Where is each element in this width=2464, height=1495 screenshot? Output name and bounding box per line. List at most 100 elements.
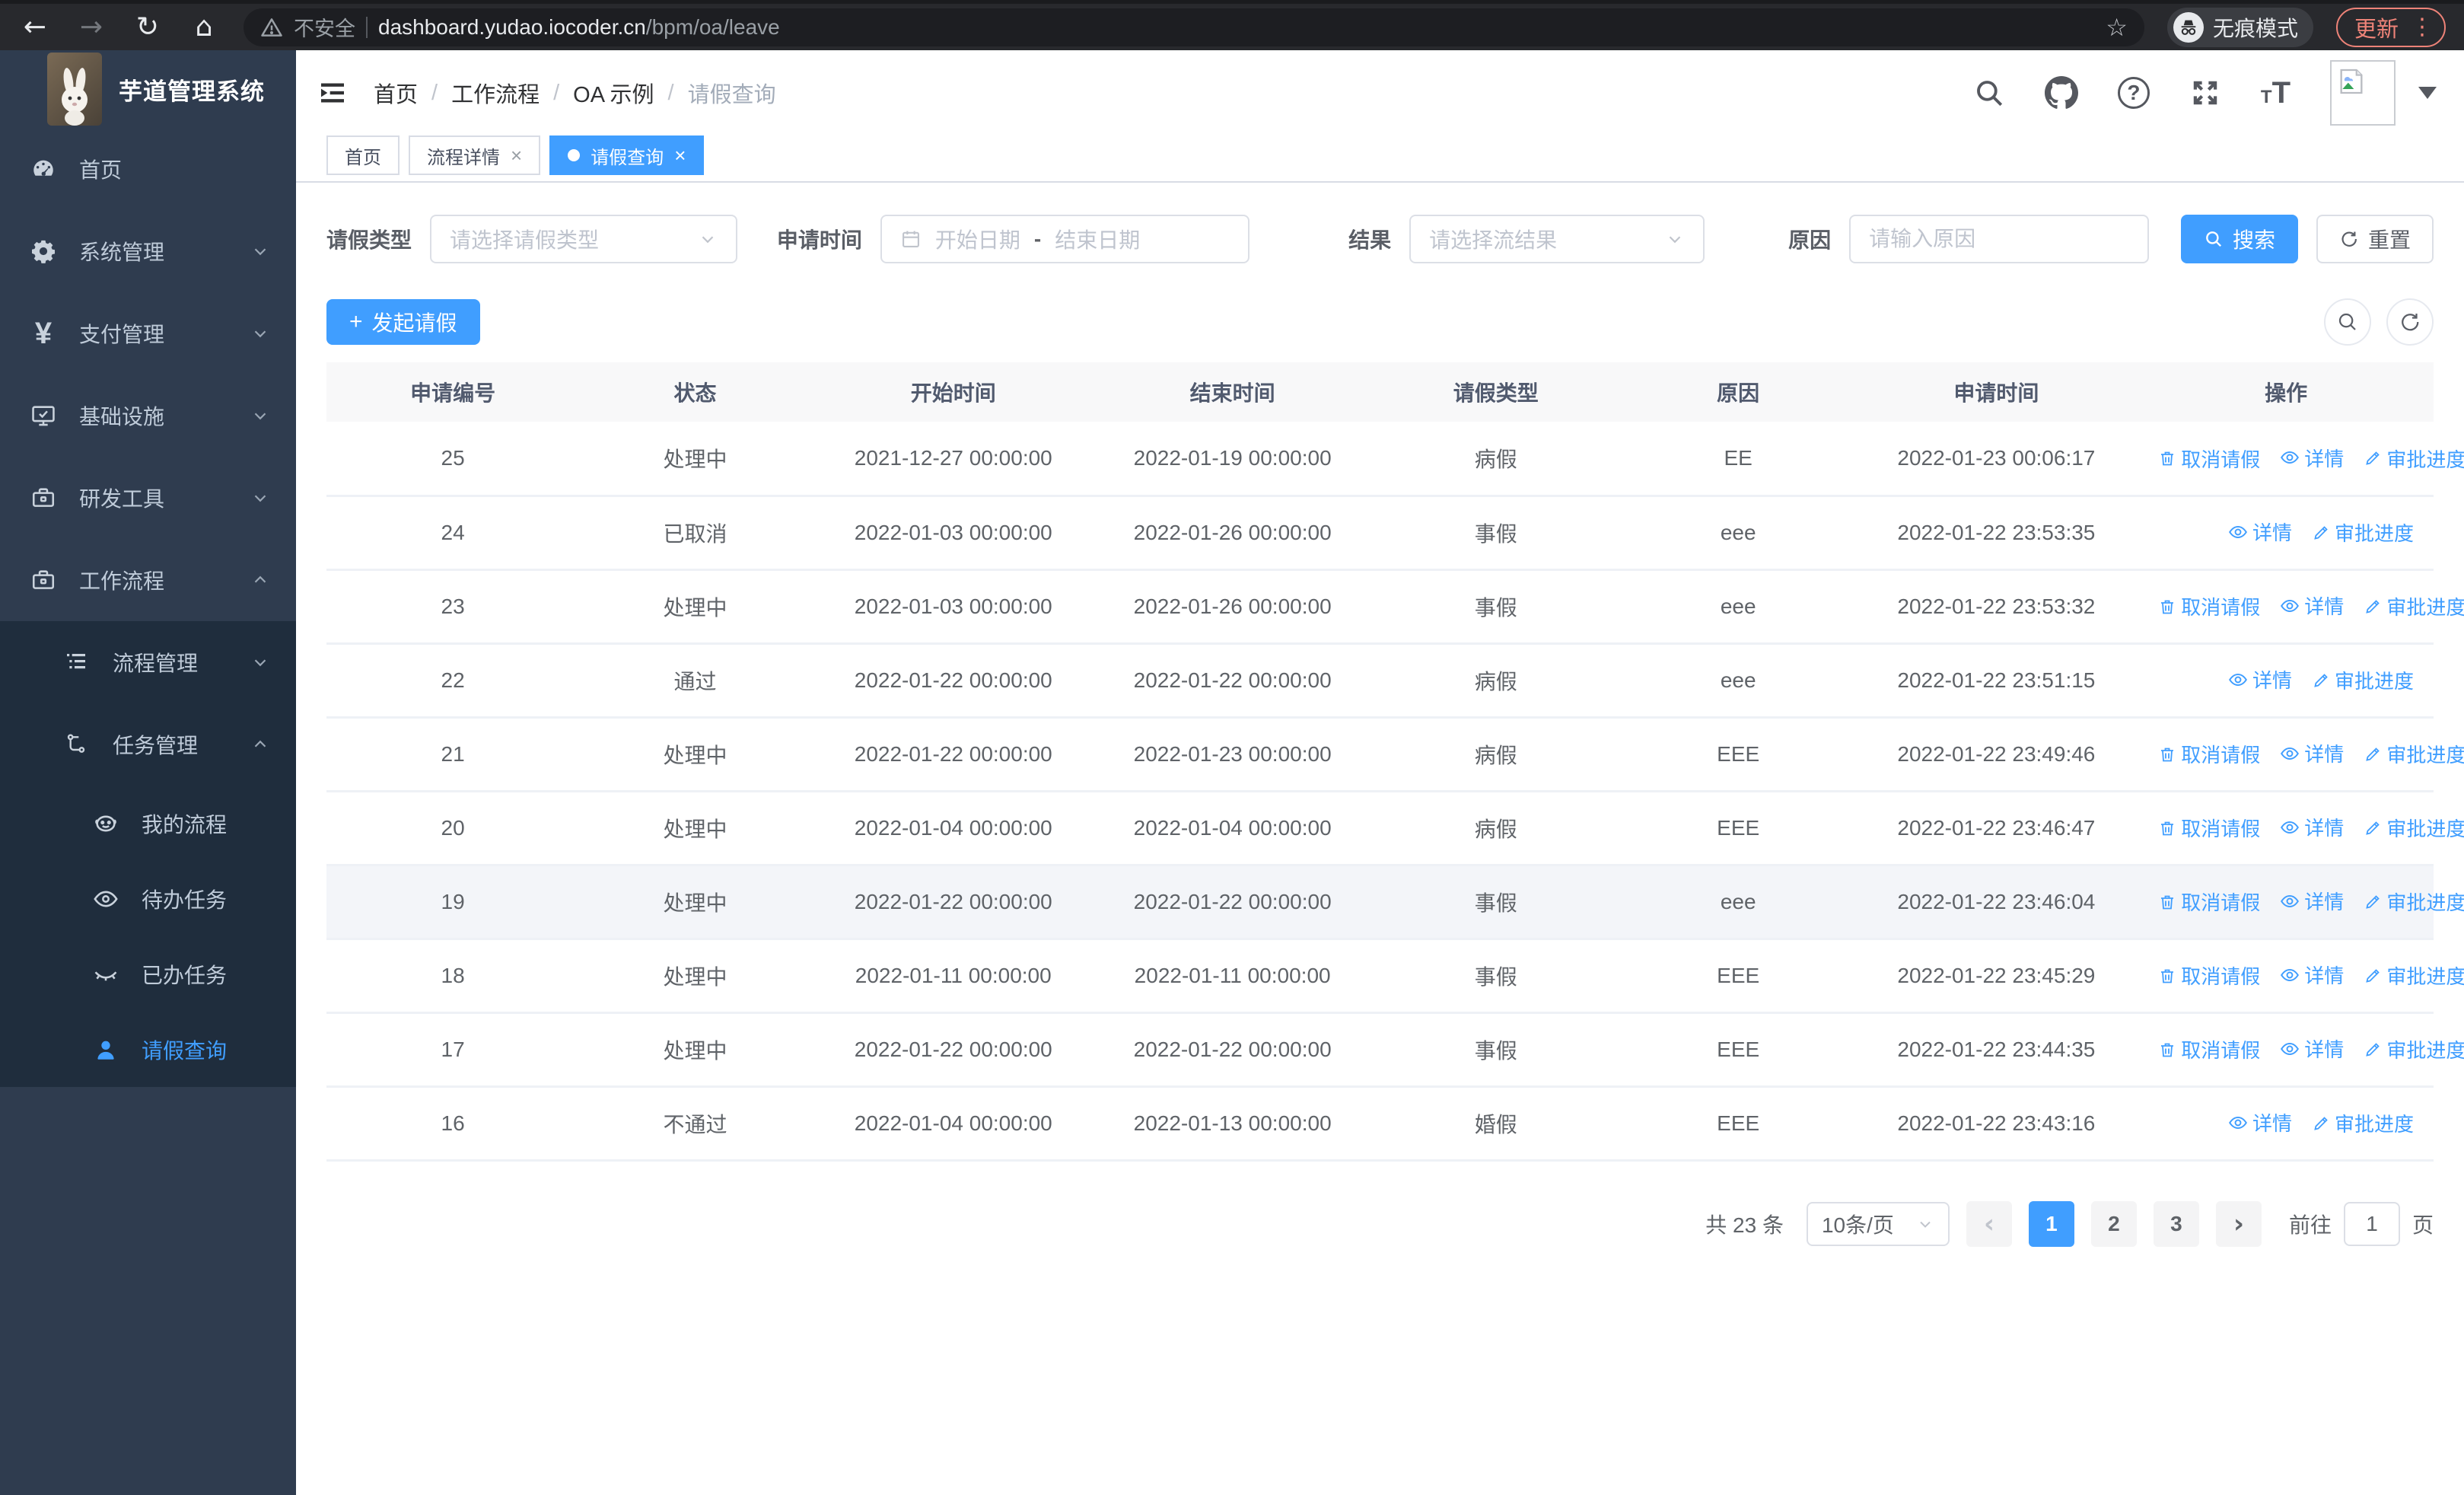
github-icon[interactable] (2044, 76, 2078, 110)
toggle-search-button[interactable] (2324, 298, 2371, 346)
sidebar-item-home[interactable]: 首页 (0, 128, 296, 210)
cancel-leave-link[interactable]: 取消请假 (2158, 445, 2260, 473)
tab-home[interactable]: 首页 (326, 135, 400, 175)
font-size-icon[interactable]: TT (2261, 76, 2291, 110)
goto-page-input[interactable] (2343, 1201, 2400, 1246)
result-select[interactable]: 请选择流结果 (1409, 215, 1705, 263)
audit-progress-link[interactable]: 审批进度 (2364, 592, 2464, 620)
select-placeholder: 请选择请假类型 (450, 228, 600, 252)
detail-link[interactable]: 详情 (2280, 887, 2344, 915)
detail-link[interactable]: 详情 (2280, 739, 2344, 767)
audit-progress-link[interactable]: 审批进度 (2312, 1109, 2414, 1137)
browser-menu-icon[interactable]: ⋮ (2411, 14, 2434, 40)
cell-status: 不通过 (579, 1086, 811, 1162)
help-icon[interactable]: ? (2117, 77, 2150, 109)
page-button-1[interactable]: 1 (2028, 1200, 2074, 1247)
cancel-leave-link[interactable]: 取消请假 (2158, 740, 2260, 768)
prev-page-button[interactable]: ‹ (1966, 1200, 2012, 1247)
close-icon[interactable]: × (674, 144, 686, 167)
cancel-leave-link[interactable]: 取消请假 (2158, 592, 2260, 620)
browser-home-icon[interactable]: ⌂ (187, 13, 221, 41)
breadcrumb-item[interactable]: 工作流程 (451, 77, 540, 109)
sidebar-item-devtools[interactable]: 研发工具 (0, 457, 296, 539)
detail-link[interactable]: 详情 (2280, 961, 2344, 989)
page-button-2[interactable]: 2 (2090, 1200, 2137, 1247)
page-button-3[interactable]: 3 (2153, 1200, 2199, 1247)
incognito-icon (2173, 11, 2204, 43)
cell-type: 事假 (1369, 569, 1622, 645)
audit-progress-link[interactable]: 审批进度 (2364, 1035, 2464, 1063)
cell-end: 2022-01-26 00:00:00 (1095, 496, 1370, 571)
browser-update-button[interactable]: 更新 ⋮ (2335, 7, 2446, 47)
reason-input[interactable] (1869, 227, 2129, 251)
chevron-down-icon (250, 324, 270, 343)
detail-link[interactable]: 详情 (2280, 813, 2344, 841)
address-bar[interactable]: 不安全 dashboard.yudao.iocoder.cn/bpm/oa/le… (244, 8, 2144, 46)
audit-progress-link[interactable]: 审批进度 (2364, 814, 2464, 842)
close-icon[interactable]: × (511, 144, 522, 167)
avatar[interactable] (2330, 60, 2396, 126)
cell-reason: EEE (1622, 939, 1854, 1014)
leave-table: 申请编号 状态 开始时间 结束时间 请假类型 原因 申请时间 操作 25 处理中 2… (326, 362, 2464, 1162)
audit-progress-link[interactable]: 审批进度 (2364, 740, 2464, 768)
page-size-value: 10条/页 (1821, 1213, 1894, 1237)
cell-status: 处理中 (579, 569, 811, 645)
breadcrumb-item[interactable]: 首页 (374, 77, 418, 109)
cancel-leave-link[interactable]: 取消请假 (2158, 888, 2260, 916)
sidebar-collapse-icon[interactable] (317, 78, 348, 108)
detail-link[interactable]: 详情 (2280, 591, 2344, 620)
detail-link[interactable]: 详情 (2280, 444, 2344, 472)
cell-applied: 2022-01-22 23:43:16 (1854, 1086, 2139, 1162)
app-logo[interactable]: 芋道管理系统 (0, 50, 296, 128)
sidebar-item-infrastructure[interactable]: 基础设施 (0, 375, 296, 457)
breadcrumb-item[interactable]: OA 示例 (573, 77, 654, 109)
browser-forward-icon[interactable]: → (75, 13, 108, 41)
breadcrumb: 首页 / 工作流程 / OA 示例 / 请假查询 (374, 77, 1947, 109)
chevron-down-icon (250, 406, 270, 426)
audit-progress-link[interactable]: 审批进度 (2364, 445, 2464, 473)
refresh-button[interactable] (2386, 298, 2434, 346)
browser-reload-icon[interactable]: ↻ (131, 13, 164, 41)
audit-progress-link[interactable]: 审批进度 (2364, 888, 2464, 916)
detail-link[interactable]: 详情 (2228, 1108, 2292, 1136)
page-size-select[interactable]: 10条/页 (1806, 1201, 1950, 1246)
leave-type-select[interactable]: 请选择请假类型 (430, 215, 737, 263)
sidebar-item-payment[interactable]: ¥ 支付管理 (0, 292, 296, 375)
detail-link[interactable]: 详情 (2228, 518, 2292, 546)
tab-leave-query[interactable]: 请假查询 × (549, 135, 705, 175)
next-page-button[interactable]: › (2215, 1200, 2262, 1247)
search-icon[interactable] (1973, 77, 2005, 109)
cancel-leave-link[interactable]: 取消请假 (2158, 814, 2260, 842)
search-button[interactable]: 搜索 (2180, 215, 2298, 263)
cancel-leave-link[interactable]: 取消请假 (2158, 961, 2260, 990)
avatar-caret-icon[interactable] (2418, 87, 2437, 99)
cancel-leave-link[interactable]: 取消请假 (2158, 1035, 2260, 1063)
sidebar-item-task-management[interactable]: 任务管理 (0, 703, 296, 786)
cell-id: 21 (326, 717, 580, 792)
sidebar-item-leave-query[interactable]: 请假查询 (0, 1012, 296, 1087)
browser-back-icon[interactable]: ← (18, 13, 52, 41)
sidebar-item-todo-tasks[interactable]: 待办任务 (0, 861, 296, 936)
cell-id: 17 (326, 1012, 580, 1088)
sidebar-item-my-process[interactable]: 我的流程 (0, 786, 296, 861)
active-tab-dot (568, 149, 581, 161)
sidebar-item-done-tasks[interactable]: 已办任务 (0, 936, 296, 1012)
audit-progress-link[interactable]: 审批进度 (2312, 666, 2414, 694)
fullscreen-icon[interactable] (2189, 77, 2221, 109)
cell-id: 23 (326, 569, 580, 645)
audit-progress-link[interactable]: 审批进度 (2312, 518, 2414, 547)
detail-link[interactable]: 详情 (2228, 665, 2292, 693)
row-actions: 详情 审批进度 (2138, 1086, 2434, 1162)
detail-link[interactable]: 详情 (2280, 1034, 2344, 1063)
audit-progress-link[interactable]: 审批进度 (2364, 961, 2464, 990)
create-leave-button[interactable]: + 发起请假 (326, 299, 480, 345)
apply-time-range-picker[interactable]: 开始日期 - 结束日期 (880, 215, 1250, 263)
calendar-icon (900, 228, 922, 250)
sidebar-item-workflow[interactable]: 工作流程 (0, 539, 296, 621)
bookmark-star-icon[interactable]: ☆ (2106, 13, 2128, 42)
sidebar-item-system[interactable]: 系统管理 (0, 210, 296, 292)
sidebar-item-process-management[interactable]: 流程管理 (0, 621, 296, 703)
cell-start: 2022-01-11 00:00:00 (810, 939, 1096, 1014)
tab-process-detail[interactable]: 流程详情 × (409, 135, 541, 175)
reset-button[interactable]: 重置 (2316, 215, 2434, 263)
